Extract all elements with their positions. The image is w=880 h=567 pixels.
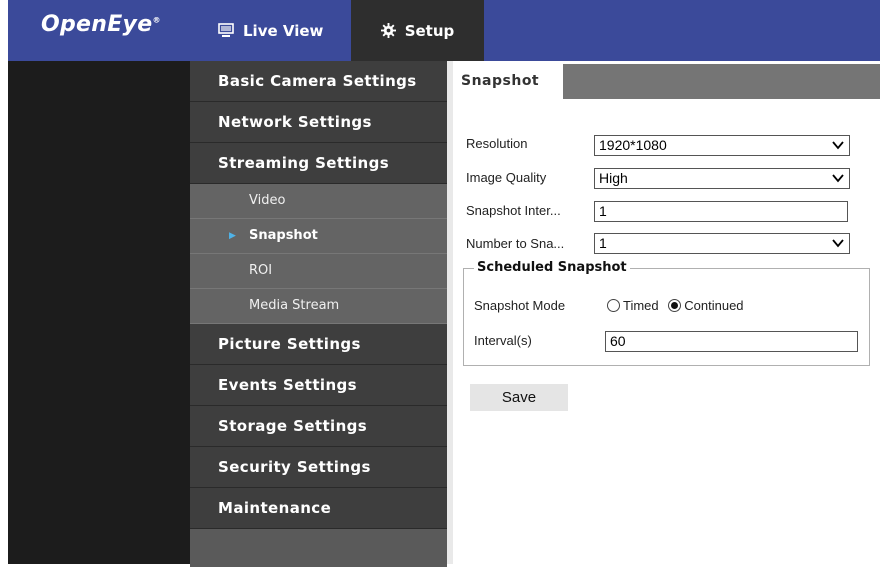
radio-timed-circle[interactable] [607,299,620,312]
tab-setup[interactable]: Setup [351,0,484,61]
sidebar-subitem-label: Media Stream [249,298,340,313]
content-tab-bar: Snapshot [453,64,880,101]
chevron-down-icon [832,171,844,190]
interval-value: 60 [610,333,626,349]
snapshot-interval-input[interactable]: 1 [594,201,848,222]
number-to-snap-select[interactable]: 1 [594,233,850,254]
sidebar-subitem-snapshot[interactable]: ▶ Snapshot [190,219,447,254]
openeye-logo: OpenEye® [41,12,161,37]
gear-icon [380,23,396,38]
sidebar-subitem-roi[interactable]: ROI [190,254,447,289]
tab-live-view-label: Live View [243,21,324,40]
resolution-label: Resolution [466,136,528,151]
snapshot-interval-label: Snapshot Inter... [466,203,561,218]
radio-continued[interactable]: Continued [668,298,744,313]
resolution-value: 1920*1080 [599,137,667,153]
sidebar-item-basic-camera-settings[interactable]: Basic Camera Settings [190,61,447,102]
radio-timed[interactable]: Timed [607,298,659,313]
interval-label: Interval(s) [474,333,532,348]
image-quality-value: High [599,170,628,186]
sidebar-item-streaming-settings[interactable]: Streaming Settings [190,143,447,184]
sidebar-subitem-video[interactable]: Video [190,184,447,219]
sidebar-item-maintenance[interactable]: Maintenance [190,488,447,529]
sidebar-item-network-settings[interactable]: Network Settings [190,102,447,143]
save-button[interactable]: Save [470,384,568,411]
number-to-snap-value: 1 [599,235,607,251]
top-bar: OpenEye® Live View Setup [8,0,880,61]
radio-timed-label: Timed [623,298,659,313]
panel-divider [447,61,453,564]
chevron-down-icon [832,236,844,255]
sidebar-item-security-settings[interactable]: Security Settings [190,447,447,488]
resolution-select[interactable]: 1920*1080 [594,135,850,156]
tab-setup-label: Setup [404,21,455,40]
tab-live-view[interactable]: Live View [218,0,323,61]
image-quality-select[interactable]: High [594,168,850,189]
scheduled-snapshot-legend: Scheduled Snapshot [474,260,630,275]
chevron-down-icon [832,138,844,157]
snapshot-mode-label: Snapshot Mode [474,298,566,313]
sidebar-subitem-label: Video [249,193,286,208]
sidebar-item-picture-settings[interactable]: Picture Settings [190,324,447,365]
radio-continued-circle[interactable] [668,299,682,312]
sidebar-filler [190,529,447,567]
settings-sidebar: Basic Camera Settings Network Settings S… [190,61,447,567]
image-quality-label: Image Quality [466,170,547,185]
sidebar-item-events-settings[interactable]: Events Settings [190,365,447,406]
left-panel [8,61,190,564]
sidebar-subitem-label: ROI [249,263,273,278]
sidebar-item-storage-settings[interactable]: Storage Settings [190,406,447,447]
snapshot-interval-value: 1 [599,203,607,219]
sidebar-subitem-label: Snapshot [249,228,318,243]
sidebar-subitem-media-stream[interactable]: Media Stream [190,289,447,324]
tab-snapshot[interactable]: Snapshot [453,64,563,101]
radio-continued-label: Continued [684,298,744,313]
snapshot-mode-options: Timed Continued [607,298,744,313]
number-to-snap-label: Number to Sna... [466,236,565,251]
active-arrow-icon: ▶ [229,231,236,241]
interval-input[interactable]: 60 [605,331,858,352]
monitor-icon [218,23,234,37]
